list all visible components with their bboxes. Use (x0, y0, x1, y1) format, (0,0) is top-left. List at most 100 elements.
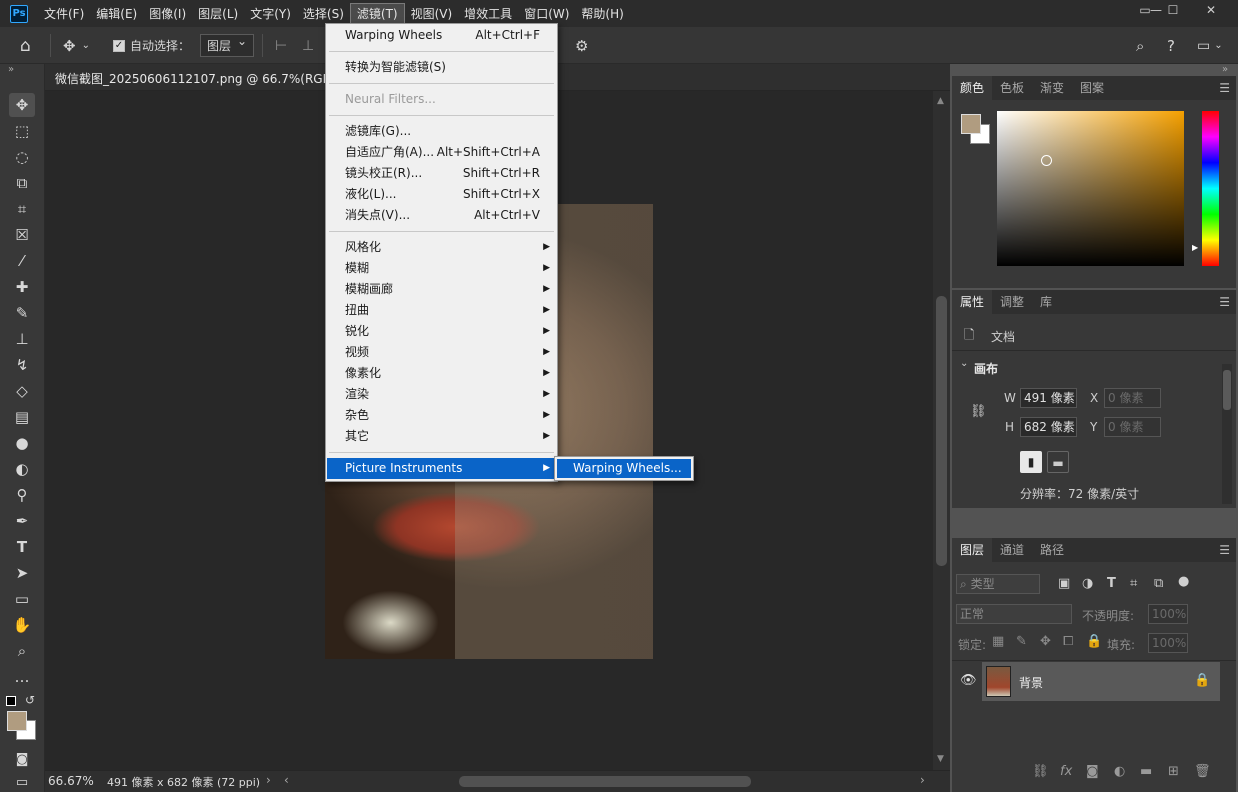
color-foreground-swatch[interactable] (961, 114, 981, 134)
menu-item-convert-smart-filter[interactable]: 转换为智能滤镜(S) (327, 57, 556, 78)
menu-layer[interactable]: 图层(L) (192, 3, 244, 25)
type-filter-icon[interactable]: T (1107, 576, 1116, 591)
home-icon[interactable]: ⌂ (20, 27, 31, 64)
pen-tool-icon[interactable]: ✒ (9, 509, 35, 533)
menu-item-sharpen[interactable]: 锐化 ▶ (327, 321, 556, 342)
quick-mask-icon[interactable]: ◙ (9, 748, 35, 772)
dodge-tool-icon[interactable]: ◐ (9, 457, 35, 481)
blur-tool-icon[interactable]: ● (9, 431, 35, 455)
path-select-tool-icon[interactable]: ➤ (9, 561, 35, 585)
swap-colors-icon[interactable]: ↺ (25, 693, 35, 707)
lock-icon[interactable]: 🔒 (1194, 673, 1210, 688)
menu-help[interactable]: 帮助(H) (575, 3, 629, 25)
adjustment-layer-icon[interactable]: ◐ (1114, 764, 1125, 779)
image-filter-icon[interactable]: ▣ (1058, 576, 1070, 591)
lock-transparent-icon[interactable]: ▦ (992, 634, 1004, 649)
default-colors-icon[interactable] (6, 696, 16, 706)
trash-icon[interactable]: 🗑 (1194, 764, 1211, 779)
document-info[interactable]: 491 像素 x 682 像素 (72 ppi) (107, 774, 260, 790)
tab-layers[interactable]: 图层 (952, 538, 993, 562)
menu-item-distort[interactable]: 扭曲 ▶ (327, 300, 556, 321)
x-field[interactable]: 0 像素 (1104, 388, 1161, 408)
object-select-tool-icon[interactable]: ⧉ (9, 171, 35, 195)
gear-icon[interactable]: ⚙ (575, 27, 588, 64)
menu-select[interactable]: 选择(S) (297, 3, 350, 25)
layer-mask-icon[interactable]: ◙ (1086, 764, 1099, 779)
tab-swatches[interactable]: 色板 (992, 76, 1032, 100)
type-tool-icon[interactable]: T (9, 535, 35, 559)
color-picker-handle[interactable] (1041, 155, 1052, 166)
align-left-icon[interactable]: ⊢ (275, 27, 287, 64)
panel-menu-icon[interactable]: ☰ (1219, 295, 1230, 309)
hand-tool-icon[interactable]: ✋ (9, 613, 35, 637)
eyedropper-tool-icon[interactable]: ⁄ (9, 249, 35, 273)
menu-item-vanishing-point[interactable]: 消失点(V)... Alt+Ctrl+V (327, 205, 556, 226)
move-tool-icon[interactable]: ✥ (9, 93, 35, 117)
opacity-field[interactable]: 100% (1148, 604, 1188, 624)
stamp-tool-icon[interactable]: ⊥ (9, 327, 35, 351)
horizontal-scroll-thumb[interactable] (459, 776, 751, 787)
y-field[interactable]: 0 像素 (1104, 417, 1161, 437)
document-tab[interactable]: 微信截图_20250606112107.png @ 66.7%(RGB/8#) … (55, 70, 367, 87)
link-layers-icon[interactable]: ⛓ (1032, 764, 1049, 779)
width-field[interactable]: 491 像素 (1020, 388, 1077, 408)
help-icon[interactable]: ? (1167, 27, 1175, 64)
move-tool-icon[interactable]: ✥ ⌄ (63, 27, 90, 64)
menu-file[interactable]: 文件(F) (38, 3, 90, 25)
lock-all-icon[interactable]: 🔒 (1086, 634, 1102, 649)
panel-menu-icon[interactable]: ☰ (1219, 543, 1230, 557)
scroll-left-icon[interactable]: ‹ (284, 773, 289, 787)
close-button[interactable]: ✕ (1196, 0, 1226, 20)
visibility-eye-icon[interactable]: 👁 (960, 673, 977, 688)
menu-item-video[interactable]: 视频 ▶ (327, 342, 556, 363)
healing-tool-icon[interactable]: ✚ (9, 275, 35, 299)
menu-item-pixelate[interactable]: 像素化 ▶ (327, 363, 556, 384)
menu-window[interactable]: 窗口(W) (518, 3, 575, 25)
zoom-level[interactable]: 66.67% (48, 774, 94, 788)
gradient-tool-icon[interactable]: ▤ (9, 405, 35, 429)
tab-patterns[interactable]: 图案 (1072, 76, 1112, 100)
menu-item-filter-gallery[interactable]: 滤镜库(G)... (327, 121, 556, 142)
workspace-icon[interactable]: ▭ ⌄ (1197, 27, 1223, 64)
maximize-button[interactable]: ☐ (1158, 0, 1188, 20)
adjustment-filter-icon[interactable]: ◑ (1082, 576, 1093, 591)
portrait-orientation-icon[interactable]: ▮ (1020, 451, 1042, 473)
layer-name[interactable]: 背景 (1019, 674, 1043, 691)
photoshop-logo-icon[interactable]: Ps (10, 4, 28, 23)
menu-item-adaptive-wide-angle[interactable]: 自适应广角(A)... Alt+Shift+Ctrl+A (327, 142, 556, 163)
menu-item-lens-correction[interactable]: 镜头校正(R)... Shift+Ctrl+R (327, 163, 556, 184)
tab-paths[interactable]: 路径 (1032, 538, 1072, 562)
burn-tool-icon[interactable]: ⚲ (9, 483, 35, 507)
properties-scrollbar[interactable] (1222, 364, 1232, 504)
menu-item-warping-wheels[interactable]: Warping Wheels Alt+Ctrl+F (327, 25, 556, 46)
menu-filter[interactable]: 滤镜(T) (349, 2, 405, 25)
new-layer-icon[interactable]: ⊞ (1168, 764, 1179, 779)
eraser-tool-icon[interactable]: ◇ (9, 379, 35, 403)
hue-slider[interactable] (1202, 111, 1219, 266)
chevron-down-icon[interactable]: ⌄ (960, 358, 968, 369)
menu-image[interactable]: 图像(I) (143, 3, 192, 25)
tab-gradients[interactable]: 渐变 (1032, 76, 1072, 100)
history-brush-tool-icon[interactable]: ↯ (9, 353, 35, 377)
rectangle-tool-icon[interactable]: ▭ (9, 587, 35, 611)
menu-plugins[interactable]: 增效工具 (458, 3, 518, 25)
menu-item-stylize[interactable]: 风格化 ▶ (327, 237, 556, 258)
saturation-brightness-field[interactable] (997, 111, 1184, 266)
menu-item-blur[interactable]: 模糊 ▶ (327, 258, 556, 279)
link-icon[interactable]: ⛓ (970, 404, 987, 419)
lock-pixels-icon[interactable]: ✎ (1016, 634, 1027, 649)
tab-channels[interactable]: 通道 (992, 538, 1032, 562)
menu-edit[interactable]: 编辑(E) (90, 3, 143, 25)
height-field[interactable]: 682 像素 (1020, 417, 1077, 437)
brush-tool-icon[interactable]: ✎ (9, 301, 35, 325)
scroll-down-icon[interactable]: ▼ (937, 754, 944, 764)
shape-filter-icon[interactable]: ⌗ (1130, 576, 1137, 591)
tab-properties[interactable]: 属性 (952, 290, 993, 314)
vertical-scroll-thumb[interactable] (936, 296, 947, 566)
folder-icon[interactable]: ▬ (1140, 764, 1152, 779)
zoom-tool-icon[interactable]: ⌕ (9, 639, 35, 663)
tab-color[interactable]: 颜色 (952, 76, 993, 100)
screen-mode-icon[interactable]: ▭ (9, 771, 35, 792)
menu-item-render[interactable]: 渲染 ▶ (327, 384, 556, 405)
vertical-scrollbar[interactable]: ▲ ▼ (933, 91, 950, 770)
